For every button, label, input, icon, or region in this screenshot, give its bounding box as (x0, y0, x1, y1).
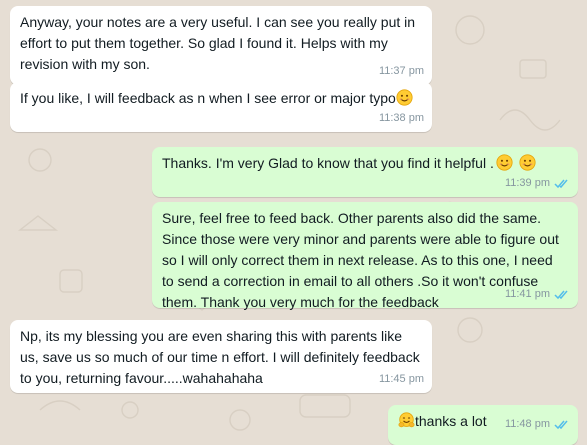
message-bubble-incoming[interactable]: Anyway, your notes are a very useful. I … (10, 6, 432, 85)
read-receipt-double-check-icon (554, 179, 568, 189)
message-bubble-outgoing[interactable]: thanks a lot 11:48 pm (388, 405, 578, 445)
message-text: thanks a lot (415, 413, 487, 429)
smiling-face-emoji (519, 154, 536, 171)
message-timestamp: 11:45 pm (378, 373, 424, 385)
message-text: If you like, I will feedback as n when I… (20, 90, 396, 106)
message-meta: 11:39 pm (505, 173, 570, 194)
message-timestamp: 11:48 pm (504, 418, 550, 430)
message-bubble-incoming[interactable]: If you like, I will feedback as n when I… (10, 82, 432, 132)
read-receipt-double-check-icon (554, 290, 568, 300)
message-timestamp: 11:37 pm (378, 65, 424, 77)
message-timestamp: 11:41 pm (504, 288, 550, 300)
message-bubble-outgoing[interactable]: Thanks. I'm very Glad to know that you f… (152, 147, 578, 197)
message-meta: 11:41 pm (505, 284, 570, 305)
message-meta: 11:48 pm (505, 414, 570, 435)
message-meta: 11:38 pm (379, 108, 424, 129)
message-meta: 11:45 pm (379, 369, 424, 390)
hugging-face-emoji (398, 412, 415, 428)
smiling-face-emoji (396, 89, 413, 106)
message-text: Anyway, your notes are a very useful. I … (20, 14, 416, 72)
message-bubble-incoming[interactable]: Np, its my blessing you are even sharing… (10, 320, 432, 393)
message-timestamp: 11:38 pm (378, 112, 424, 124)
message-meta: 11:37 pm (379, 61, 424, 82)
read-receipt-double-check-icon (554, 420, 568, 430)
smiling-face-emoji (496, 154, 513, 171)
message-bubble-outgoing[interactable]: Sure, feel free to feed back. Other pare… (152, 202, 578, 310)
message-text: Np, its my blessing you are even sharing… (20, 328, 420, 386)
message-text: Thanks. I'm very Glad to know that you f… (162, 155, 494, 171)
message-timestamp: 11:39 pm (504, 177, 550, 189)
